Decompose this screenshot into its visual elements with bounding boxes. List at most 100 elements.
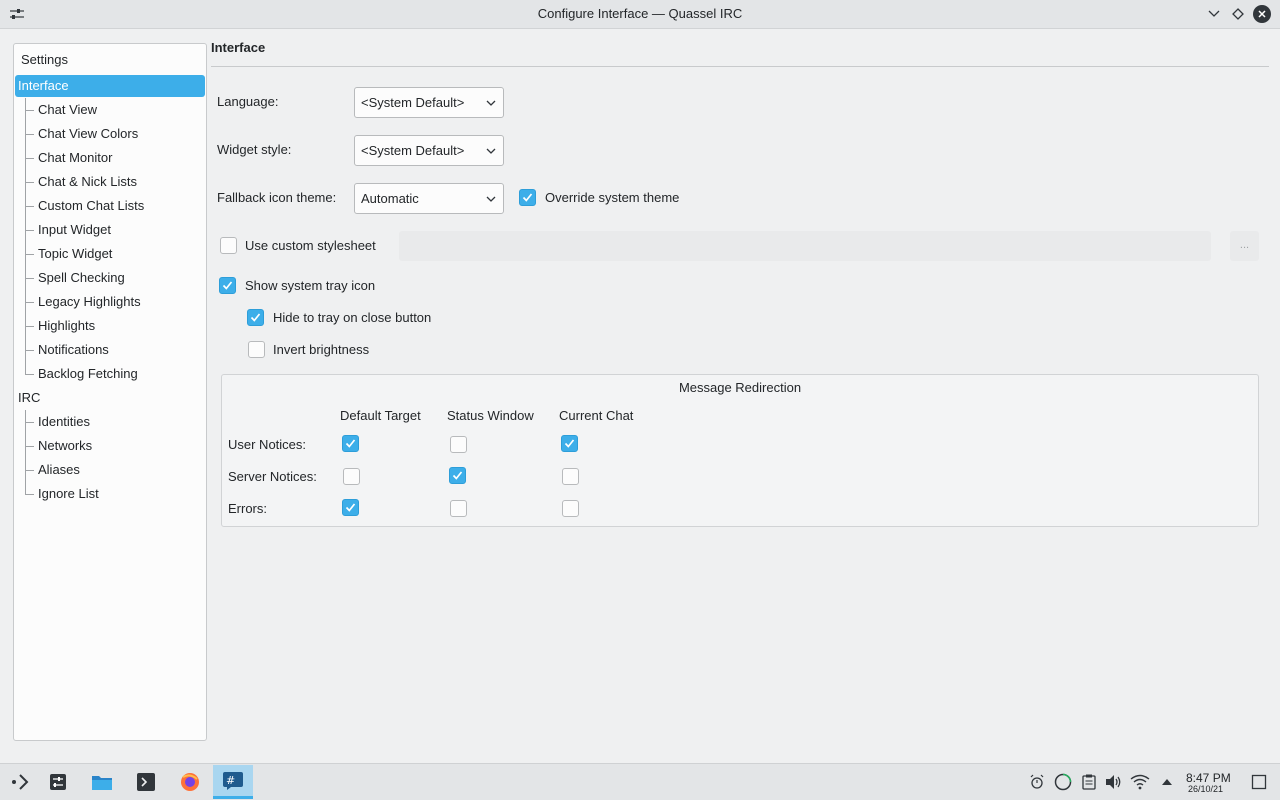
tree-item-aliases[interactable]: Aliases <box>38 459 80 481</box>
tree-item-chat-view[interactable]: Chat View <box>38 99 97 121</box>
stylesheet-path-input[interactable] <box>399 231 1211 261</box>
update-status-icon[interactable] <box>1053 772 1073 792</box>
tree-tick <box>25 470 34 471</box>
minimize-button[interactable] <box>1205 5 1223 23</box>
widget-style-combo[interactable]: <System Default> <box>354 135 504 166</box>
volume-icon[interactable] <box>1104 772 1124 792</box>
svg-text:#: # <box>226 774 235 787</box>
tree-tick <box>25 134 34 135</box>
checkmark-icon <box>452 471 463 480</box>
override-system-theme-checkbox[interactable] <box>519 189 536 206</box>
checkmark-icon <box>345 439 356 448</box>
clock-date[interactable]: 26/10/21 <box>1188 784 1223 794</box>
page-title: Interface <box>211 40 266 55</box>
taskbar-quassel-irc[interactable]: # <box>213 765 253 799</box>
tree-item-chat-monitor[interactable]: Chat Monitor <box>38 147 112 169</box>
tree-tick <box>25 206 34 207</box>
tree-item-ignore-list[interactable]: Ignore List <box>38 483 99 505</box>
browse-stylesheet-button[interactable]: ... <box>1230 231 1259 261</box>
checkmark-icon <box>564 439 575 448</box>
window-title: Configure Interface — Quassel IRC <box>537 6 743 21</box>
folder-icon <box>92 776 112 790</box>
quassel-icon: # <box>223 771 243 790</box>
wifi-icon[interactable] <box>1130 772 1150 792</box>
tree-tick <box>25 494 34 495</box>
tree-tick <box>25 254 34 255</box>
checkmark-icon <box>522 193 533 202</box>
use-custom-stylesheet-checkbox[interactable] <box>220 237 237 254</box>
row-label-user-notices: User Notices: <box>228 437 307 452</box>
server-notices-status-window-checkbox[interactable] <box>449 467 466 484</box>
tree-tick <box>25 350 34 351</box>
chevron-down-icon <box>486 196 496 202</box>
tree-tick <box>25 446 34 447</box>
show-system-tray-icon-label: Show system tray icon <box>245 278 376 293</box>
tree-tick <box>25 230 34 231</box>
tray-expand-icon[interactable] <box>1157 772 1177 792</box>
server-notices-current-chat-checkbox[interactable] <box>562 468 579 485</box>
taskbar-firefox[interactable] <box>170 765 210 799</box>
use-custom-stylesheet-label: Use custom stylesheet <box>245 238 376 253</box>
hide-to-tray-checkbox[interactable] <box>247 309 264 326</box>
language-label: Language: <box>217 94 279 109</box>
tree-item-custom-chat-lists[interactable]: Custom Chat Lists <box>38 195 144 217</box>
errors-status-window-checkbox[interactable] <box>450 500 467 517</box>
taskbar-terminal[interactable] <box>126 765 166 799</box>
app-launcher-button[interactable] <box>0 765 40 799</box>
tree-tick <box>25 110 34 111</box>
tree-tick <box>25 326 34 327</box>
tree-item-chat-nick-lists[interactable]: Chat & Nick Lists <box>38 171 137 193</box>
tree-item-legacy-highlights[interactable]: Legacy Highlights <box>38 291 141 313</box>
tree-item-highlights[interactable]: Highlights <box>38 315 95 337</box>
tree-item-notifications[interactable]: Notifications <box>38 339 109 361</box>
tree-item-chat-view-colors[interactable]: Chat View Colors <box>38 123 138 145</box>
fallback-icon-theme-value: Automatic <box>361 191 419 206</box>
tree-tick <box>25 302 34 303</box>
row-label-errors: Errors: <box>228 501 267 516</box>
language-combo[interactable]: <System Default> <box>354 87 504 118</box>
row-label-server-notices: Server Notices: <box>228 469 317 484</box>
message-redirection-group <box>221 374 1259 527</box>
tree-item-irc[interactable]: IRC <box>18 387 40 409</box>
tree-item-networks[interactable]: Networks <box>38 435 92 457</box>
checkmark-icon <box>345 503 356 512</box>
show-desktop-icon[interactable] <box>1249 772 1269 792</box>
tree-item-interface[interactable]: Interface <box>15 75 205 97</box>
server-notices-default-target-checkbox[interactable] <box>343 468 360 485</box>
taskbar-system-settings[interactable] <box>38 765 78 799</box>
taskbar-file-manager[interactable] <box>82 765 122 799</box>
widget-style-label: Widget style: <box>217 142 292 157</box>
close-button[interactable] <box>1253 5 1271 23</box>
settings-app-icon <box>50 774 66 790</box>
show-system-tray-icon-checkbox[interactable] <box>219 277 236 294</box>
fallback-icon-theme-label: Fallback icon theme: <box>217 190 337 205</box>
tree-tick <box>25 422 34 423</box>
user-notices-status-window-checkbox[interactable] <box>450 436 467 453</box>
divider <box>211 66 1269 67</box>
user-notices-default-target-checkbox[interactable] <box>342 435 359 452</box>
tree-tick <box>25 374 34 375</box>
invert-brightness-label: Invert brightness <box>273 342 370 357</box>
errors-default-target-checkbox[interactable] <box>342 499 359 516</box>
checkmark-icon <box>250 313 261 322</box>
invert-brightness-checkbox[interactable] <box>248 341 265 358</box>
title-bar: Configure Interface — Quassel IRC <box>0 0 1280 29</box>
fallback-icon-theme-combo[interactable]: Automatic <box>354 183 504 214</box>
clock-time[interactable]: 8:47 PM <box>1186 771 1231 785</box>
maximize-button[interactable] <box>1229 5 1247 23</box>
tree-item-input-widget[interactable]: Input Widget <box>38 219 111 241</box>
tree-tick <box>25 158 34 159</box>
tree-item-identities[interactable]: Identities <box>38 411 90 433</box>
checkmark-icon <box>222 281 233 290</box>
tree-item-topic-widget[interactable]: Topic Widget <box>38 243 112 265</box>
launcher-icon <box>12 774 29 790</box>
errors-current-chat-checkbox[interactable] <box>562 500 579 517</box>
alarm-clock-icon[interactable] <box>1027 772 1047 792</box>
terminal-icon <box>137 773 155 791</box>
column-header-status-window: Status Window <box>447 408 534 423</box>
tree-item-spell-checking[interactable]: Spell Checking <box>38 267 125 289</box>
tree-item-backlog-fetching[interactable]: Backlog Fetching <box>38 363 138 385</box>
widget-style-value: <System Default> <box>361 143 465 158</box>
clipboard-icon[interactable] <box>1079 772 1099 792</box>
user-notices-current-chat-checkbox[interactable] <box>561 435 578 452</box>
